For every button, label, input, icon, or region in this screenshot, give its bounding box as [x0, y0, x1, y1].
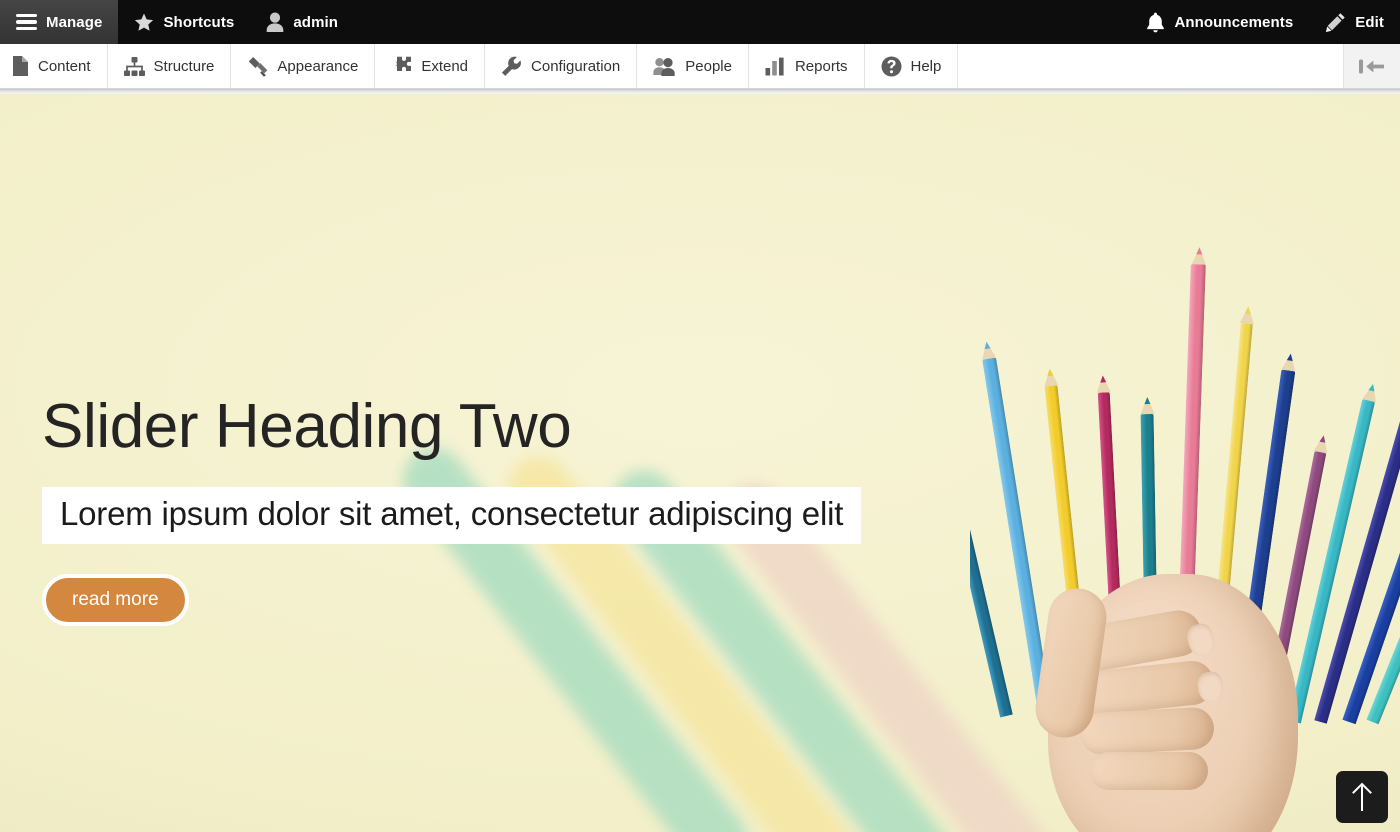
menu-item-people[interactable]: People	[637, 44, 749, 88]
menu-item-reports[interactable]: Reports	[749, 44, 865, 88]
toolbar-tab-announcements-label: Announcements	[1174, 13, 1294, 31]
pencil-lead-tip	[1244, 306, 1252, 314]
toolbar-tab-edit-label: Edit	[1355, 13, 1384, 31]
toolbar-tab-manage[interactable]: Manage	[0, 0, 119, 44]
pencil-lead-tip	[1046, 368, 1053, 377]
toolbar-tab-edit[interactable]: Edit	[1309, 0, 1400, 44]
slide-content: Slider Heading Two Lorem ipsum dolor sit…	[42, 392, 942, 626]
menu-item-configuration[interactable]: Configuration	[485, 44, 638, 88]
slide-title: Slider Heading Two	[42, 392, 572, 461]
menu-item-extend[interactable]: Extend	[375, 44, 486, 88]
pencil-lead-tip	[1143, 396, 1150, 405]
menu-item-appearance[interactable]: Appearance	[231, 44, 376, 88]
toolbar-tab-announcements[interactable]: Announcements	[1130, 0, 1309, 44]
bar-chart-icon	[765, 57, 786, 76]
paintbrush-icon	[247, 56, 268, 77]
toolbar-tab-account[interactable]: admin	[250, 0, 354, 44]
hamburger-icon	[16, 13, 37, 31]
slide-cta-wrapper: read more	[42, 573, 942, 626]
toolbar-tab-shortcuts-label: Shortcuts	[163, 13, 235, 31]
bell-icon	[1146, 12, 1165, 33]
menu-item-content-label: Content	[38, 57, 91, 75]
pencil-lead-tip	[1099, 375, 1107, 383]
menu-item-content[interactable]: Content	[0, 44, 108, 88]
toolbar-bar-spacer	[354, 0, 1130, 44]
toolbar-collapse-icon[interactable]	[1344, 44, 1400, 88]
toolbar-tab-manage-label: Manage	[46, 13, 103, 31]
toolbar-tray-spacer	[958, 44, 1344, 88]
menu-item-appearance-label: Appearance	[277, 57, 359, 75]
back-to-top-button[interactable]	[1336, 771, 1388, 823]
pencil-lead-tip	[1195, 247, 1202, 255]
admin-toolbar-tray: Content Structure Appearance Extend Conf…	[0, 44, 1400, 89]
pencils-photo	[970, 94, 1400, 832]
question-circle-icon	[881, 56, 902, 77]
toolbar-tab-shortcuts[interactable]: Shortcuts	[118, 0, 250, 44]
sitemap-icon	[123, 56, 145, 76]
pencil-lead-tip	[1286, 353, 1294, 361]
toolbar-tab-account-label: admin	[293, 13, 339, 31]
file-icon	[12, 56, 29, 76]
admin-toolbar-bar: Manage Shortcuts admin Announcements Edi…	[0, 0, 1400, 44]
pencil-icon	[1325, 12, 1346, 33]
menu-item-reports-label: Reports	[794, 57, 848, 75]
slide-subtitle: Lorem ipsum dolor sit amet, consectetur …	[42, 486, 862, 544]
puzzle-icon	[391, 56, 412, 76]
menu-item-configuration-label: Configuration	[531, 57, 621, 75]
user-icon	[266, 12, 284, 32]
finger-ring	[1078, 706, 1216, 756]
people-icon	[653, 57, 676, 76]
star-icon	[134, 13, 154, 32]
menu-item-help-label: Help	[910, 57, 942, 75]
menu-item-structure-label: Structure	[153, 57, 215, 75]
finger-pinky	[1090, 752, 1208, 790]
menu-item-structure[interactable]: Structure	[108, 44, 232, 88]
menu-item-people-label: People	[685, 57, 732, 75]
slider-region: Slider Heading Two Lorem ipsum dolor sit…	[0, 94, 1400, 832]
read-more-button[interactable]: read more	[42, 573, 189, 626]
pencil-lead-tip	[983, 341, 991, 350]
menu-item-help[interactable]: Help	[865, 44, 959, 88]
arrow-up-icon	[1351, 782, 1373, 812]
wrench-icon	[501, 56, 522, 77]
menu-item-extend-label: Extend	[421, 57, 469, 75]
